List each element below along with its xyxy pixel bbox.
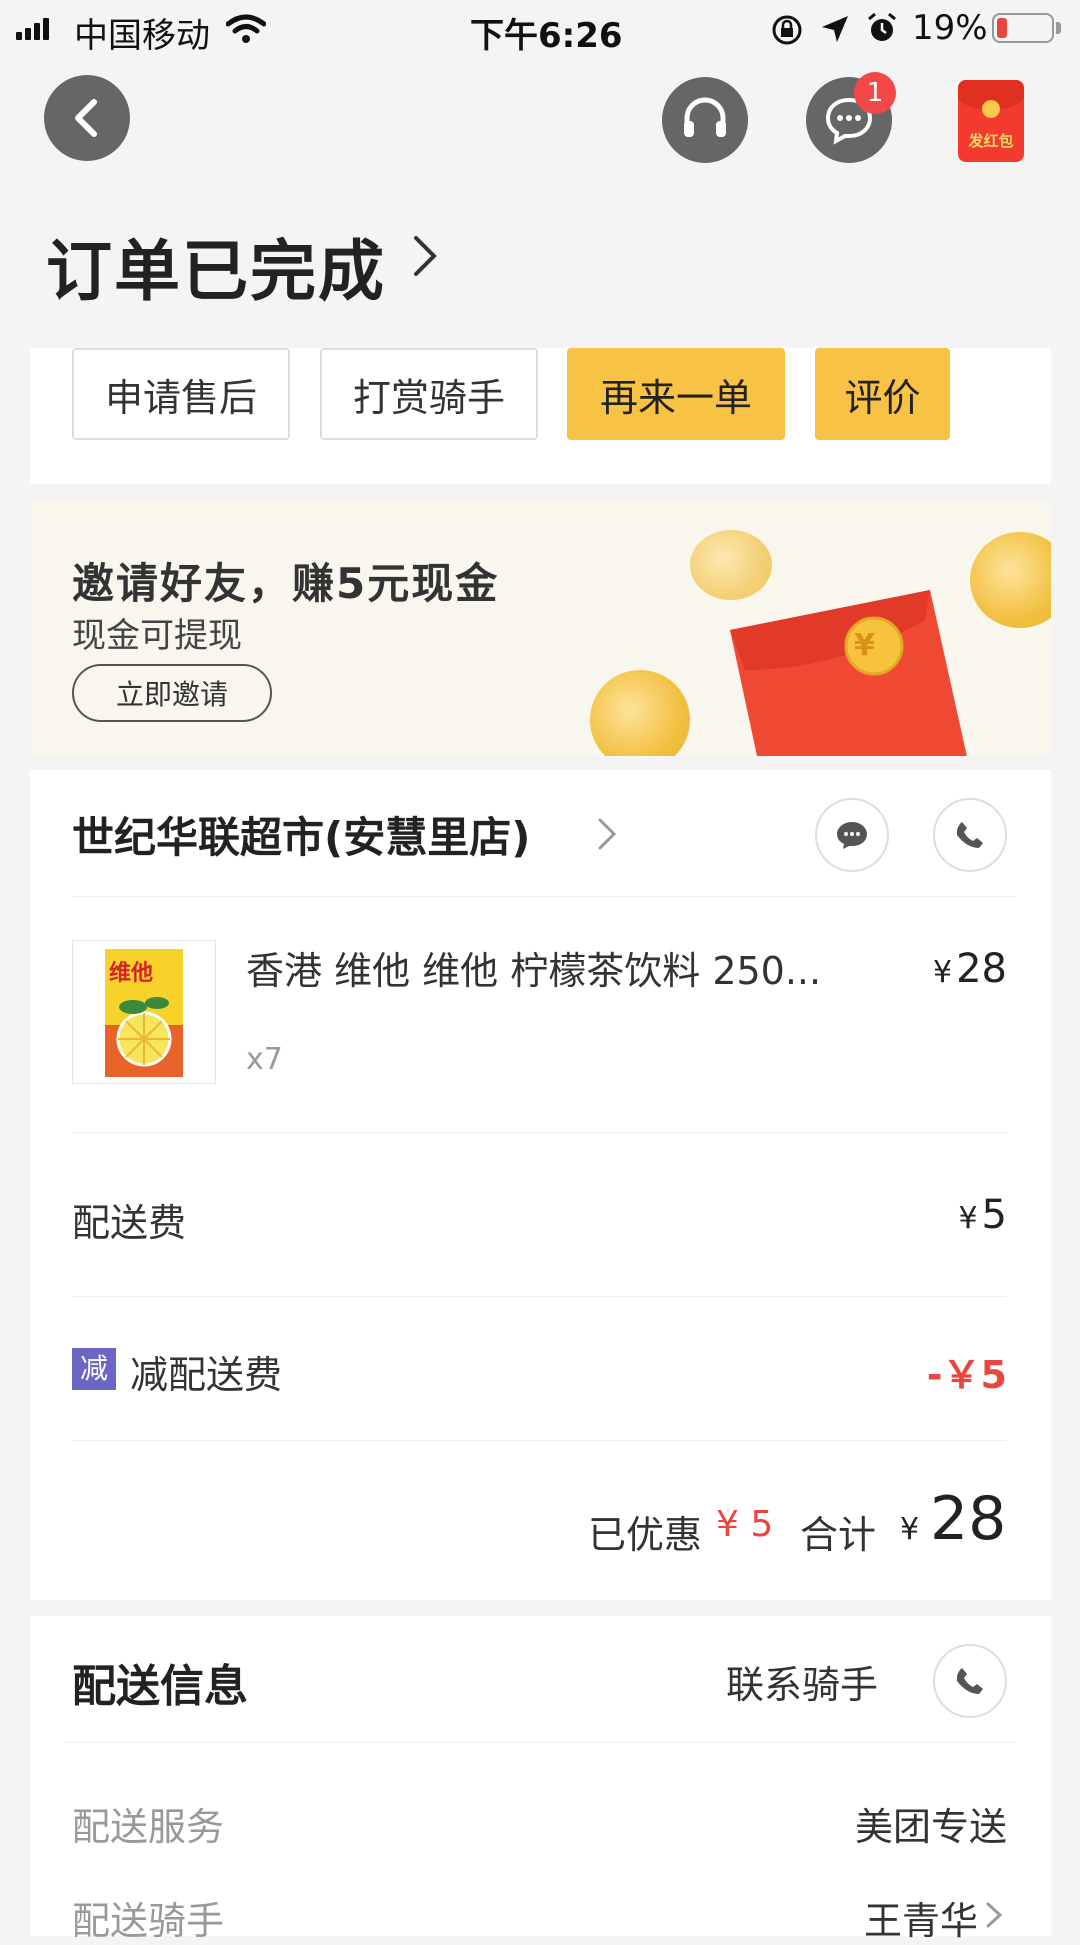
after-sales-button[interactable]: 申请售后 — [72, 348, 290, 440]
contact-rider-label[interactable]: 联系骑手 — [726, 1654, 878, 1709]
invite-now-button[interactable]: 立即邀请 — [72, 664, 272, 722]
product-price-value: 28 — [956, 946, 1007, 992]
battery-icon — [992, 13, 1054, 43]
chevron-left-icon — [75, 99, 97, 137]
invite-subtitle: 现金可提现 — [72, 616, 242, 656]
currency-symbol: ¥ — [900, 1512, 920, 1547]
product-name[interactable]: 香港 维他 维他 柠檬茶饮料 250... — [246, 940, 821, 995]
total-value: 28 — [930, 1484, 1007, 1554]
discount-value: -￥5 — [926, 1353, 1007, 1397]
red-packet-coin-icon — [982, 100, 1000, 118]
red-envelope-illustration — [730, 590, 967, 756]
delivery-service-label: 配送服务 — [72, 1805, 225, 1849]
chevron-right-icon[interactable] — [984, 1900, 1004, 1930]
status-bar: 中国移动 下午6:26 19% — [0, 0, 1080, 60]
rider-name[interactable]: 王青华 — [864, 1890, 978, 1945]
invite-banner[interactable]: ¥ 邀请好友，赚5元现金 现金可提现 立即邀请 — [30, 500, 1051, 756]
alarm-icon — [868, 12, 896, 41]
divider — [72, 1440, 1006, 1441]
delivery-info-title: 配送信息 — [72, 1661, 248, 1712]
coin-decoration — [590, 670, 690, 756]
back-button[interactable] — [44, 75, 130, 161]
product-price: ¥28 — [933, 946, 1007, 992]
delivery-fee-label: 配送费 — [72, 1201, 187, 1245]
product-box-brand: 维他 — [109, 961, 154, 986]
store-name[interactable]: 世纪华联超市(安慧里店) — [72, 804, 530, 865]
rider-label: 配送骑手 — [72, 1899, 225, 1943]
message-count-badge: 1 — [854, 72, 896, 114]
review-button[interactable]: 评价 — [815, 348, 950, 440]
invite-title: 邀请好友，赚5元现金 — [72, 559, 500, 608]
chat-store-button[interactable] — [815, 798, 889, 872]
delivery-fee: ¥5 — [958, 1192, 1007, 1238]
chevron-right-icon[interactable] — [410, 232, 440, 280]
carrier-name: 中国移动 — [74, 16, 210, 56]
discount-tag: 减 — [72, 1348, 116, 1390]
delivery-service-value: 美团专送 — [854, 1805, 1007, 1849]
tip-rider-button[interactable]: 打赏骑手 — [320, 348, 538, 440]
saved-value: ¥ 5 — [716, 1504, 774, 1545]
coin-decoration — [970, 532, 1051, 628]
rotation-lock-icon — [772, 15, 802, 45]
divider — [72, 896, 1016, 897]
phone-icon — [956, 822, 983, 848]
red-packet-label: 发红包 — [968, 132, 1014, 150]
reorder-button[interactable]: 再来一单 — [567, 348, 785, 440]
discount-label: 减配送费 — [130, 1353, 283, 1397]
chevron-right-icon[interactable] — [596, 816, 618, 852]
saved-label: 已优惠 — [588, 1513, 703, 1557]
order-status-title[interactable]: 订单已完成 — [46, 218, 386, 314]
currency-symbol: ¥ — [958, 1201, 978, 1236]
order-detail-card — [30, 770, 1051, 1600]
location-arrow-icon — [822, 16, 848, 42]
divider — [72, 1132, 1006, 1133]
product-quantity: x7 — [246, 1042, 283, 1077]
wifi-icon — [226, 14, 266, 43]
delivery-fee-value: 5 — [981, 1192, 1007, 1238]
headset-icon — [684, 97, 726, 137]
yen-coin-icon: ¥ — [854, 628, 875, 663]
clock: 下午6:26 — [470, 16, 623, 56]
currency-symbol: ¥ — [933, 955, 953, 990]
signal-icon — [16, 18, 49, 40]
customer-service-button[interactable] — [662, 77, 748, 163]
divider — [64, 1742, 1016, 1743]
battery-percent: 19% — [912, 8, 988, 48]
red-packet-button[interactable]: 发红包 — [958, 80, 1024, 162]
product-image[interactable]: 维他 — [72, 940, 216, 1084]
chat-bubble-icon — [837, 822, 867, 849]
call-rider-button[interactable] — [933, 1644, 1007, 1718]
battery-tip — [1056, 22, 1061, 34]
divider — [72, 1296, 1006, 1297]
phone-icon — [956, 1668, 983, 1694]
battery-level — [997, 18, 1007, 38]
call-store-button[interactable] — [933, 798, 1007, 872]
total-label: 合计 — [800, 1513, 877, 1557]
